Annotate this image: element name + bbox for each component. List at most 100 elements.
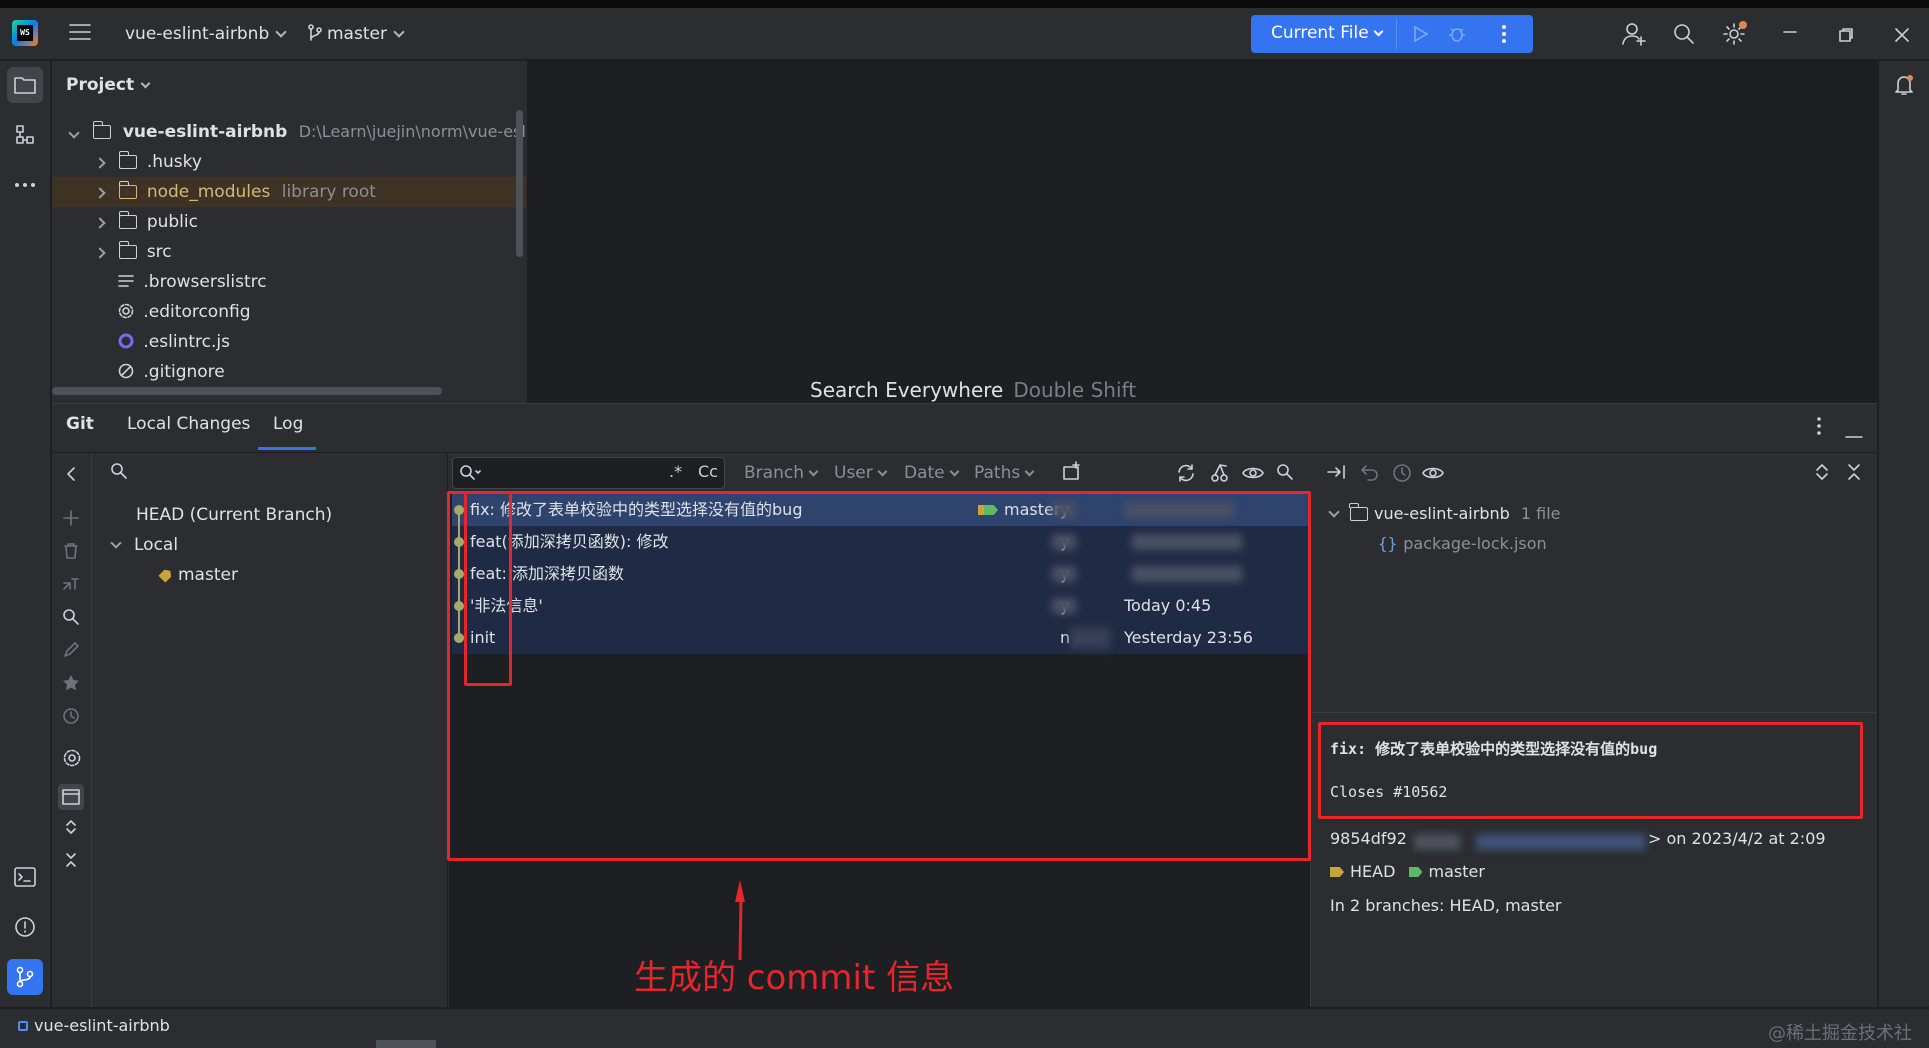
main-menu-icon[interactable] bbox=[68, 22, 92, 46]
problems-tool-button[interactable] bbox=[7, 909, 43, 945]
tree-item-label: husky bbox=[152, 152, 202, 172]
more-tools-button[interactable] bbox=[7, 167, 43, 203]
branch-master[interactable]: master bbox=[160, 565, 238, 585]
run-config-selector[interactable]: Current File bbox=[1271, 23, 1384, 43]
commit-search-input[interactable]: .* Cc bbox=[452, 457, 725, 489]
show-details-button[interactable] bbox=[1242, 463, 1264, 487]
collapse-all-button[interactable] bbox=[62, 851, 80, 873]
favorite-button[interactable] bbox=[62, 674, 80, 696]
status-project-breadcrumb[interactable]: vue-eslint-airbnb bbox=[18, 1016, 170, 1035]
project-scrollbar-vertical[interactable] bbox=[516, 110, 523, 257]
branch-search-button[interactable] bbox=[110, 462, 128, 484]
paths-filter[interactable]: Paths bbox=[974, 463, 1035, 483]
commit-hash[interactable]: 9854df92 bbox=[1330, 829, 1407, 848]
tree-item-node-modules[interactable]: node_modules library root bbox=[52, 177, 526, 207]
history-button[interactable] bbox=[1392, 463, 1412, 487]
undo-icon bbox=[1361, 465, 1378, 481]
close-window-button[interactable] bbox=[1894, 24, 1910, 48]
tag-icon bbox=[158, 567, 174, 583]
notifications-button[interactable] bbox=[1886, 67, 1922, 103]
match-case-toggle[interactable]: Cc bbox=[698, 462, 718, 481]
restore-window-button[interactable] bbox=[1838, 24, 1854, 48]
run-button[interactable] bbox=[1411, 25, 1429, 47]
branch-switcher[interactable]: master bbox=[307, 24, 405, 44]
view-options-button[interactable] bbox=[1422, 463, 1444, 487]
tree-item-husky[interactable]: .husky bbox=[52, 147, 526, 177]
cherry-pick-button[interactable] bbox=[1210, 463, 1230, 487]
expand-all-button[interactable] bbox=[62, 818, 80, 840]
hide-tool-window-button[interactable] bbox=[1845, 424, 1863, 443]
git-settings-button[interactable] bbox=[62, 748, 82, 772]
show-diff-button[interactable] bbox=[1326, 463, 1348, 485]
project-switcher[interactable]: vue-eslint-airbnb bbox=[125, 24, 287, 44]
tree-item-gitignore[interactable]: .gitignore bbox=[52, 357, 526, 387]
collapse-all-changes-button[interactable] bbox=[1846, 463, 1862, 485]
log-search-button[interactable] bbox=[1276, 463, 1294, 485]
gear-icon bbox=[118, 303, 134, 319]
ref-head-label: HEAD bbox=[1350, 862, 1396, 881]
bell-icon bbox=[1895, 75, 1913, 95]
changes-root-node[interactable]: vue-eslint-airbnb 1 file bbox=[1328, 503, 1561, 523]
expand-all-changes-button[interactable] bbox=[1814, 463, 1830, 485]
update-branch-button[interactable] bbox=[62, 575, 80, 597]
more-vertical-icon bbox=[1817, 417, 1821, 435]
chevron-down-icon bbox=[1024, 466, 1035, 477]
revert-button[interactable] bbox=[1360, 463, 1380, 485]
git-tool-button[interactable] bbox=[7, 959, 43, 995]
git-options-button[interactable] bbox=[1816, 416, 1822, 440]
project-panel-header[interactable]: Project bbox=[66, 75, 151, 95]
tree-item-eslintrc[interactable]: .eslintrc.js bbox=[52, 327, 526, 357]
fetch-button[interactable] bbox=[62, 707, 80, 729]
debug-button[interactable] bbox=[1447, 24, 1467, 48]
editor-area bbox=[529, 61, 1877, 403]
tree-item-public[interactable]: public bbox=[52, 207, 526, 237]
changed-file-row[interactable]: {} package-lock.json bbox=[1378, 534, 1547, 553]
tree-item-label: public bbox=[146, 212, 198, 232]
edit-button[interactable] bbox=[62, 641, 80, 663]
tree-item-root[interactable]: vue-eslint-airbnb D:\Learn\juejin\norm\v… bbox=[52, 117, 526, 147]
bottom-scrollbar[interactable] bbox=[376, 1040, 436, 1048]
branch-filter[interactable]: Branch bbox=[744, 463, 819, 483]
tab-log[interactable]: Log bbox=[273, 414, 303, 434]
user-filter[interactable]: User bbox=[834, 463, 888, 483]
branch-name-label: master bbox=[327, 24, 387, 44]
diff-arrow-icon bbox=[1327, 465, 1345, 479]
folder-icon bbox=[118, 181, 138, 199]
status-bar bbox=[0, 1008, 1929, 1048]
new-tab-button[interactable] bbox=[1062, 461, 1082, 485]
date-filter[interactable]: Date bbox=[904, 463, 960, 483]
webstorm-logo-icon[interactable]: WS bbox=[12, 20, 38, 46]
tag-icon bbox=[1330, 867, 1344, 877]
search-commits-button[interactable] bbox=[62, 608, 80, 630]
tree-item-browserslistrc[interactable]: .browserslistrc bbox=[52, 267, 526, 297]
annotation-box-message bbox=[1318, 722, 1863, 819]
settings-button[interactable] bbox=[1722, 20, 1748, 50]
regex-toggle[interactable]: .* bbox=[669, 462, 682, 481]
expand-icon bbox=[1816, 464, 1828, 480]
search-button[interactable] bbox=[1672, 22, 1696, 50]
delete-branch-button[interactable] bbox=[62, 542, 80, 564]
refresh-button[interactable] bbox=[1176, 463, 1196, 487]
structure-tool-button[interactable] bbox=[7, 117, 43, 153]
tree-item-src[interactable]: src bbox=[52, 237, 526, 267]
new-branch-button[interactable] bbox=[62, 509, 80, 531]
project-scrollbar-horizontal[interactable] bbox=[52, 387, 442, 395]
add-user-button[interactable] bbox=[1622, 22, 1648, 50]
changed-file-label: package-lock.json bbox=[1403, 534, 1547, 553]
branch-group-local[interactable]: Local bbox=[110, 535, 178, 555]
terminal-icon bbox=[14, 867, 36, 887]
more-actions-button[interactable] bbox=[1501, 23, 1507, 49]
branch-head[interactable]: HEAD (Current Branch) bbox=[136, 505, 332, 525]
tree-item-editorconfig[interactable]: .editorconfig bbox=[52, 297, 526, 327]
search-icon bbox=[111, 463, 127, 479]
preview-diff-button[interactable] bbox=[58, 784, 84, 810]
minimize-window-button[interactable] bbox=[1782, 20, 1798, 44]
search-everywhere-hint: Search Everywhere Double Shift bbox=[810, 378, 1136, 402]
project-tool-button[interactable] bbox=[7, 67, 43, 103]
chevron-down-icon bbox=[949, 466, 960, 477]
terminal-tool-button[interactable] bbox=[7, 859, 43, 895]
eslint-icon bbox=[118, 333, 134, 349]
tab-local-changes[interactable]: Local Changes bbox=[127, 414, 250, 434]
chevron-down-icon bbox=[140, 78, 151, 89]
collapse-branches-button[interactable] bbox=[64, 466, 78, 486]
